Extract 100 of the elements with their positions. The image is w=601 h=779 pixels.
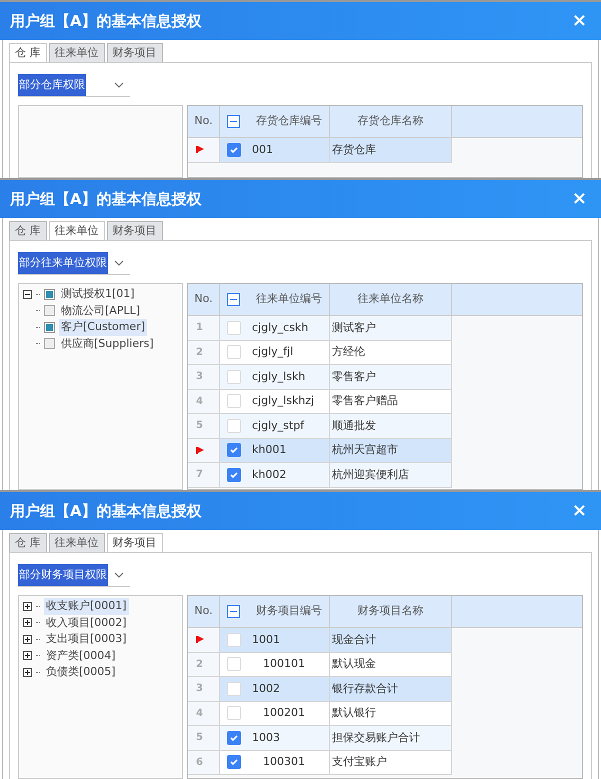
check-icon (229, 732, 239, 743)
tree-checkbox[interactable] (44, 305, 55, 316)
column-header: 存货仓库名称 (330, 106, 452, 137)
select-all-checkbox[interactable] (227, 115, 240, 128)
table-cell-text: cjgly_lskhzj (252, 393, 314, 409)
table-cell-text: kh001 (252, 442, 286, 458)
select-all-checkbox[interactable] (227, 605, 240, 618)
check-icon (229, 144, 239, 155)
row-checkbox[interactable] (227, 632, 241, 647)
column-header: 存货仓库编号 (256, 113, 322, 130)
row-checkbox[interactable] (227, 682, 241, 696)
tree-checkbox[interactable] (44, 288, 55, 300)
row-number: 2 (196, 346, 203, 360)
row-number: 2 (196, 658, 203, 672)
column-header: No. (188, 596, 220, 627)
expand-icon[interactable] (23, 651, 32, 660)
row-checkbox[interactable] (227, 345, 241, 360)
table-cell-text: 杭州天宫超市 (332, 442, 398, 458)
table-cell: cjgly_cskh (252, 320, 308, 336)
table-cell-text: kh002 (252, 466, 286, 482)
table-cell-text: 100101 (262, 656, 305, 672)
row-checkbox[interactable] (227, 320, 241, 335)
tab[interactable]: 财务项目 (106, 43, 162, 62)
tab[interactable]: 仓 库 (9, 533, 46, 552)
row-number: 5 (196, 419, 203, 434)
table-cell-text: 担保交易账户合计 (332, 730, 420, 746)
table-cell-text: 零售客户赠品 (332, 393, 398, 409)
row-checkbox[interactable] (227, 755, 241, 770)
tab[interactable]: 往来单位 (48, 533, 104, 552)
column-header: 往来单位编号 (256, 291, 322, 308)
tree-item[interactable]: 资产类[0004] (44, 648, 118, 664)
tree-item[interactable]: 收入项目[0002] (44, 614, 129, 631)
tree-item[interactable]: 收支账户[0001] (44, 598, 129, 614)
check-icon (229, 757, 239, 768)
column-header: 财务项目名称 (330, 596, 452, 627)
table-cell-text: cjgly_fjl (252, 344, 294, 360)
column-header: 往来单位名称 (330, 284, 452, 315)
chevron-down-icon (114, 260, 124, 266)
expand-icon[interactable] (23, 668, 32, 677)
collapse-icon[interactable] (23, 290, 32, 299)
row-checkbox[interactable] (227, 370, 241, 384)
tab[interactable]: 仓 库 (9, 221, 46, 240)
tree-checkbox[interactable] (44, 338, 55, 350)
tree-item[interactable]: 供应商[Suppliers] (59, 336, 156, 352)
row-number: 4 (196, 394, 203, 409)
table-cell-text: 银行存款合计 (332, 680, 398, 696)
permission-value: 部分财务项目权限 (18, 564, 108, 586)
row-checkbox[interactable] (227, 657, 241, 672)
check-icon (229, 445, 239, 456)
permission-value: 部分往来单位权限 (18, 252, 108, 274)
tab[interactable]: 财务项目 (106, 533, 162, 552)
tab[interactable]: 往来单位 (48, 221, 104, 240)
row-number: 3 (196, 370, 203, 384)
table-cell-text: 100201 (262, 705, 305, 721)
table-cell-text: 支付宝账户 (332, 754, 387, 770)
table-cell-text: 100301 (262, 754, 305, 770)
check-icon (229, 470, 239, 480)
tree-item[interactable]: 物流公司[APLL] (59, 302, 142, 319)
window-title: 用户组【A】的基本信息授权 (10, 10, 202, 32)
expand-icon[interactable] (23, 602, 32, 611)
row-number: 7 (196, 468, 203, 482)
row-checkbox[interactable] (227, 394, 241, 408)
row-checkbox[interactable] (227, 468, 241, 482)
table-cell-text: 方经伦 (332, 344, 365, 360)
select-all-checkbox[interactable] (227, 293, 240, 306)
tab[interactable]: 仓 库 (9, 43, 46, 62)
row-checkbox[interactable] (227, 730, 241, 745)
chevron-down-icon (114, 572, 124, 578)
table-cell-text: 测试客户 (332, 320, 376, 336)
row-number: 6 (196, 756, 203, 770)
table-cell-text: 001 (252, 142, 273, 158)
table-cell: cjgly_lskh (252, 368, 306, 385)
table-cell-text: 现金合计 (332, 632, 376, 648)
table-cell-text: 杭州迎宾便利店 (332, 466, 409, 482)
row-checkbox[interactable] (227, 443, 241, 458)
table-cell-text: 1003 (252, 730, 280, 746)
column-header: 财务项目编号 (256, 603, 322, 620)
table-cell-text: 零售客户 (332, 368, 376, 384)
table-cell-text: 默认现金 (332, 656, 376, 672)
tree-item[interactable]: 测试授权1[01] (59, 286, 137, 302)
row-checkbox[interactable] (227, 706, 241, 720)
permission-dropdown[interactable]: 部分仓库权限 (18, 74, 130, 97)
expand-icon[interactable] (23, 618, 32, 628)
column-header: No. (188, 106, 220, 137)
row-number: 4 (196, 706, 203, 721)
row-checkbox[interactable] (227, 142, 241, 157)
table-cell-text: 1002 (252, 680, 280, 696)
permission-dropdown[interactable]: 部分往来单位权限 (18, 252, 130, 275)
row-number: 1 (196, 321, 203, 336)
permission-dropdown[interactable]: 部分财务项目权限 (18, 564, 130, 587)
row-number: 5 (196, 731, 203, 746)
tab[interactable]: 往来单位 (48, 43, 104, 62)
tree-checkbox[interactable] (44, 322, 55, 333)
tree-item[interactable]: 客户[Customer] (59, 319, 148, 336)
tab[interactable]: 财务项目 (106, 221, 162, 240)
expand-icon[interactable] (23, 634, 32, 644)
tree-item[interactable]: 支出项目[0003] (44, 631, 129, 648)
tree-item[interactable]: 负债类[0005] (44, 664, 118, 680)
window-title: 用户组【A】的基本信息授权 (10, 188, 202, 210)
row-checkbox[interactable] (227, 418, 241, 433)
